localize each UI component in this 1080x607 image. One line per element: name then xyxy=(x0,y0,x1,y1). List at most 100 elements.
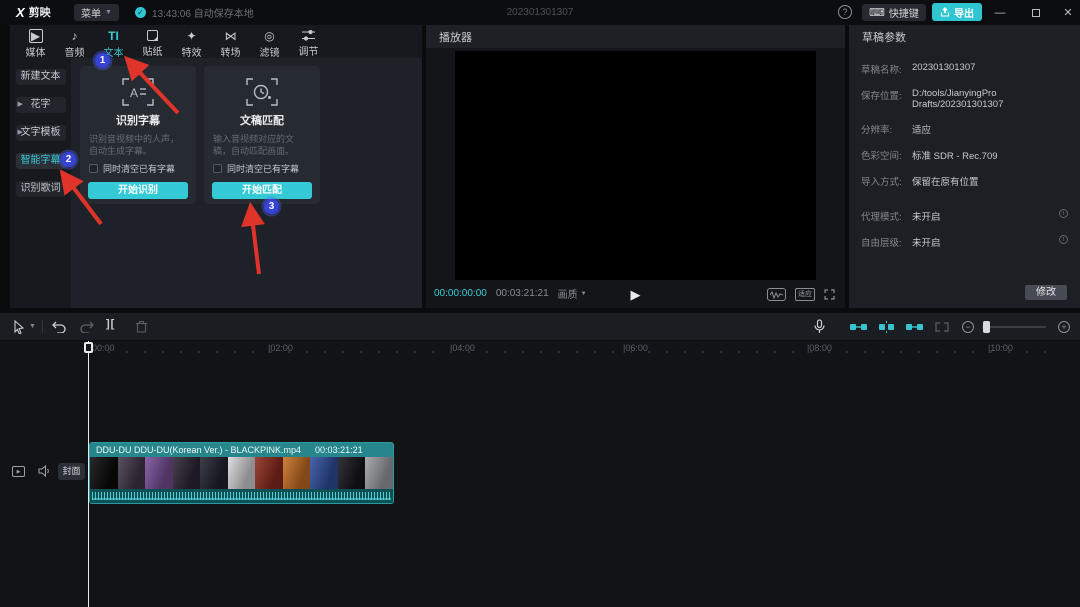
video-preview[interactable] xyxy=(455,51,816,280)
help-icon[interactable]: ? xyxy=(838,5,852,19)
param-row: 分辨率: 适应 xyxy=(849,122,1080,136)
timeline-ruler[interactable]: 00:00 |02:00 |04:00 |06:00 |08:00 |10:00 xyxy=(0,341,1080,354)
media-icon: ▶ xyxy=(29,29,43,43)
autosave-status: ✓ 13:43:06 自动保存本地 xyxy=(135,5,254,20)
current-time: 00:00:00:00 xyxy=(434,288,487,299)
chevron-down-icon[interactable]: ▼ xyxy=(29,323,36,330)
timeline-zoom-slider[interactable] xyxy=(982,326,1046,328)
app-name: 剪映 xyxy=(29,4,51,20)
asset-tabstrip: ▶ 媒体 ♪ 音频 TI 文本 贴纸 ✦ 特效 ⋈ 转场 xyxy=(16,25,328,58)
playhead[interactable] xyxy=(88,341,89,607)
record-mic-icon[interactable] xyxy=(814,319,825,334)
start-recognition-button[interactable]: 开始识别 xyxy=(88,182,188,199)
filter-icon: ◎ xyxy=(264,29,274,43)
param-row: 草稿名称: 202301301307 xyxy=(849,62,1080,76)
video-clip[interactable]: DDU-DU DDU-DU(Korean Ver.) - BLACKPINK.m… xyxy=(90,443,393,503)
clip-thumbnail xyxy=(145,457,173,489)
mute-track-icon[interactable] xyxy=(38,465,51,477)
annotation-badge-2: 2 xyxy=(61,152,76,167)
logo-icon: X xyxy=(16,5,24,20)
zoom-slider-handle[interactable] xyxy=(983,321,990,333)
menu-label: 菜单 xyxy=(81,5,101,20)
tab-media[interactable]: ▶ 媒体 xyxy=(16,25,55,58)
transition-icon: ⋈ xyxy=(225,29,237,43)
card-title: 文稿匹配 xyxy=(240,112,284,128)
undo-icon[interactable] xyxy=(52,320,66,333)
annotation-badge-3: 3 xyxy=(264,199,279,214)
playhead-handle[interactable] xyxy=(84,342,93,353)
redo-icon[interactable] xyxy=(80,320,94,333)
param-row: 代理模式: 未开启 i xyxy=(849,209,1080,223)
close-button[interactable]: ✕ xyxy=(1056,0,1080,25)
modify-button[interactable]: 修改 xyxy=(1025,285,1067,300)
text-match-card: 文稿匹配 输入音视频对应的文稿，自动匹配画面。 同时清空已有字幕 开始匹配 xyxy=(204,66,320,204)
delete-icon[interactable] xyxy=(136,320,147,333)
info-icon[interactable]: i xyxy=(1059,209,1068,218)
sidebar-item-fancy-text[interactable]: ▶ 花字 xyxy=(16,97,66,113)
maximize-button[interactable] xyxy=(1024,0,1048,25)
preview-axis-toggle[interactable] xyxy=(934,321,950,333)
checkbox-icon xyxy=(213,164,222,173)
ruler-ticks xyxy=(90,351,1060,353)
recognize-subtitles-card: A 识别字幕 识别音视频中的人声，自动生成字幕。 同时清空已有字幕 开始识别 xyxy=(80,66,196,204)
asset-panel: ▶ 媒体 ♪ 音频 TI 文本 贴纸 ✦ 特效 ⋈ 转场 xyxy=(10,25,422,308)
clear-existing-subtitles-checkbox[interactable]: 同时清空已有字幕 xyxy=(213,162,311,175)
clip-thumbnail xyxy=(310,457,338,489)
keyboard-icon: ⌨ xyxy=(869,8,885,18)
auto-snap-toggle[interactable] xyxy=(878,321,895,333)
start-match-button[interactable]: 开始匹配 xyxy=(212,182,312,199)
text-match-icon xyxy=(244,76,280,108)
param-row: 导入方式: 保留在原有位置 xyxy=(849,174,1080,188)
svg-text:A: A xyxy=(130,86,138,100)
param-row: 色彩空间: 标准 SDR - Rec.709 xyxy=(849,148,1080,162)
clip-thumbnail xyxy=(228,457,256,489)
select-tool-icon[interactable] xyxy=(13,320,25,334)
export-button[interactable]: 导出 xyxy=(932,3,982,21)
clip-duration: 00:03:21:21 xyxy=(315,445,363,455)
export-label: 导出 xyxy=(954,5,974,20)
draft-params-panel: 草稿参数 草稿名称: 202301301307 保存位置: D:/tools/J… xyxy=(849,25,1080,308)
clip-filmstrip xyxy=(90,457,393,489)
clip-thumbnail xyxy=(338,457,366,489)
audio-icon: ♪ xyxy=(72,29,78,43)
clip-header: DDU-DU DDU-DU(Korean Ver.) - BLACKPINK.m… xyxy=(90,443,393,457)
shortcut-button[interactable]: ⌨ 快捷键 xyxy=(862,4,926,21)
waveform-icon xyxy=(770,291,783,299)
tab-transition[interactable]: ⋈ 转场 xyxy=(211,25,250,58)
tab-filter[interactable]: ◎ 滤镜 xyxy=(250,25,289,58)
card-description: 识别音视频中的人声，自动生成字幕。 xyxy=(89,133,187,157)
info-icon[interactable]: i xyxy=(1059,235,1068,244)
clip-name: DDU-DU DDU-DU(Korean Ver.) - BLACKPINK.m… xyxy=(96,445,301,455)
zoom-in-icon[interactable]: + xyxy=(1058,321,1070,333)
zoom-out-icon[interactable]: − xyxy=(962,321,974,333)
sidebar-item-smart-captions[interactable]: 智能字幕 xyxy=(16,153,66,169)
play-button[interactable]: ▶ xyxy=(631,287,641,303)
linkage-toggle[interactable] xyxy=(906,321,923,333)
clear-existing-subtitles-checkbox[interactable]: 同时清空已有字幕 xyxy=(89,162,187,175)
effects-icon: ✦ xyxy=(186,29,196,43)
tab-sticker[interactable]: 贴纸 xyxy=(133,25,172,58)
card-title: 识别字幕 xyxy=(116,112,160,128)
sticker-icon xyxy=(147,30,158,41)
fullscreen-icon[interactable] xyxy=(824,289,835,300)
quality-dropdown[interactable]: 画质 ▼ xyxy=(558,286,587,301)
minimize-button[interactable]: — xyxy=(988,0,1012,25)
main-track-magnet-toggle[interactable] xyxy=(850,321,867,333)
fit-ratio-button[interactable]: 适应 xyxy=(795,288,815,301)
split-icon[interactable]: ][ xyxy=(106,318,115,330)
clip-thumbnail xyxy=(200,457,228,489)
tab-adjust[interactable]: 调节 xyxy=(289,25,328,58)
tab-effects[interactable]: ✦ 特效 xyxy=(172,25,211,58)
cover-button[interactable]: 封面 xyxy=(58,463,85,480)
param-row: 自由层级: 未开启 i xyxy=(849,235,1080,249)
sidebar-item-new-text[interactable]: 新建文本 xyxy=(16,69,66,85)
chevron-right-icon: ▶ xyxy=(18,125,23,141)
app-window: X 剪映 菜单 ▼ ✓ 13:43:06 自动保存本地 202301301307… xyxy=(0,0,1080,607)
preview-axis-button[interactable] xyxy=(767,288,786,301)
clip-audio-waveform xyxy=(90,489,393,503)
sidebar-item-lyrics-recognition[interactable]: 识别歌词 xyxy=(16,181,66,197)
clip-thumbnail xyxy=(90,457,118,489)
sidebar-item-text-template[interactable]: ▶ 文字模板 xyxy=(16,125,66,141)
menu-button[interactable]: 菜单 ▼ xyxy=(74,4,119,21)
tab-audio[interactable]: ♪ 音频 xyxy=(55,25,94,58)
